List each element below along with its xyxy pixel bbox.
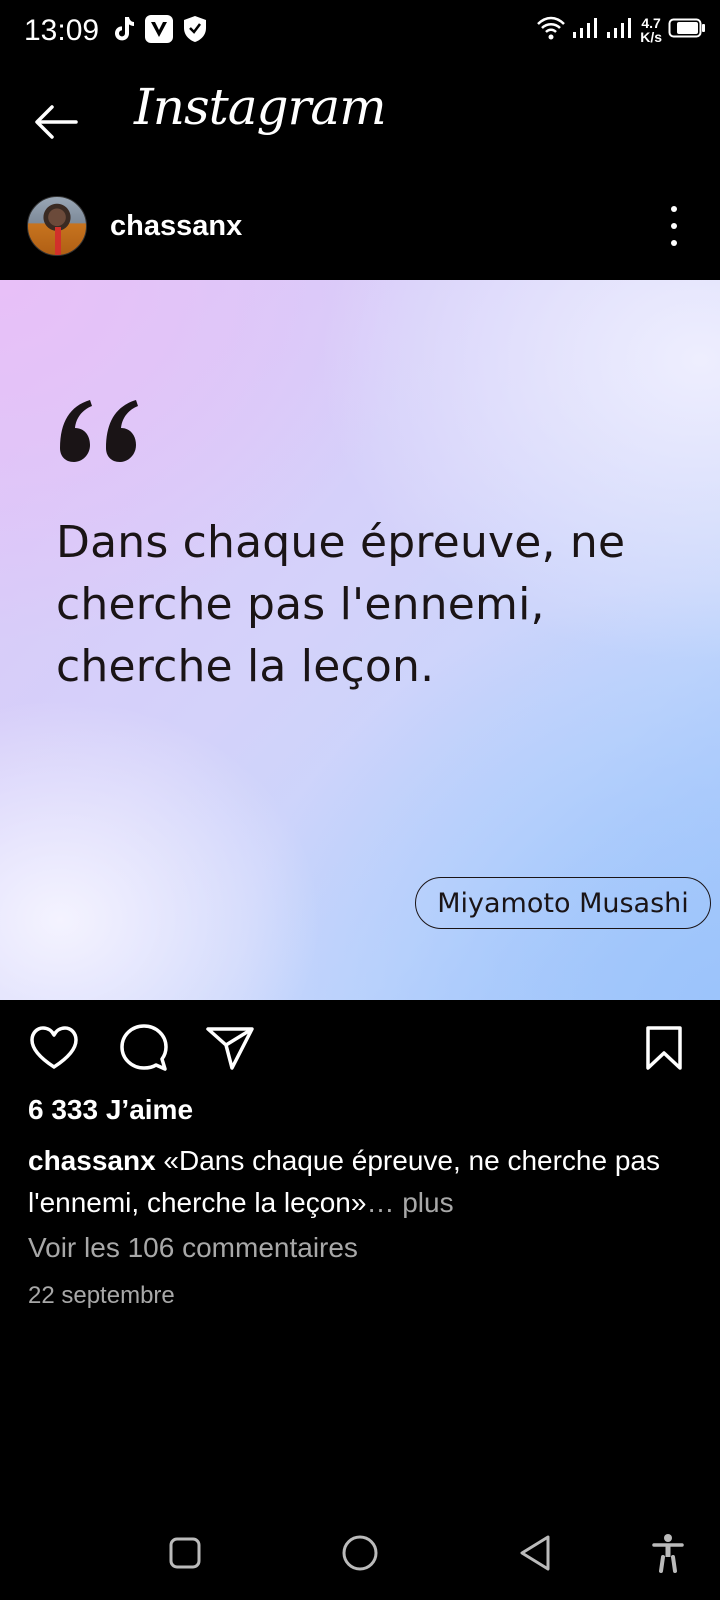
comment-button[interactable] [116,1020,172,1076]
bookmark-icon [646,1026,682,1070]
likes-count[interactable]: 6 333 J’aime [28,1094,193,1126]
accessibility-icon [652,1534,684,1573]
app-title: Instagram [134,78,387,136]
back-button[interactable] [28,96,84,148]
view-comments-link[interactable]: Voir les 106 commentaires [28,1232,358,1264]
battery-icon [668,17,706,44]
back-nav-button[interactable] [510,1528,560,1578]
square-icon [169,1537,201,1569]
post-header: chassanx [0,190,720,270]
more-options-button[interactable] [664,206,684,246]
home-button[interactable] [335,1528,385,1578]
more-dot-icon [671,223,677,229]
comment-icon [120,1024,168,1071]
caption[interactable]: chassanx «Dans chaque épreuve, ne cherch… [28,1140,688,1224]
shield-icon [182,14,208,49]
save-button[interactable] [636,1020,692,1076]
post-date: 22 septembre [28,1282,175,1309]
quote-author: Miyamoto Musashi [415,877,711,929]
network-speed: 4.7 K/s [640,16,662,44]
quote-mark-icon [60,400,138,462]
signal-icon [606,16,634,45]
more-dot-icon [671,206,677,212]
status-app-icons [112,14,208,48]
accessibility-button[interactable] [643,1528,693,1578]
triangle-back-icon [520,1535,550,1571]
share-button[interactable] [202,1020,258,1076]
arrow-left-icon [35,105,78,139]
send-icon [206,1027,254,1070]
network-speed-unit: K/s [640,29,662,45]
app-header: Instagram [0,72,720,172]
signal-icon [572,16,600,45]
status-time: 13:09 [24,14,100,47]
caption-username[interactable]: chassanx [28,1145,156,1176]
post-actions [0,1020,720,1080]
circle-icon [342,1535,378,1571]
like-button[interactable] [26,1020,82,1076]
network-speed-value: 4.7 [641,15,661,31]
more-dot-icon [671,240,677,246]
caption-more-link[interactable]: … plus [366,1187,453,1218]
heart-icon [30,1026,78,1069]
vpn-v-icon [144,14,174,49]
status-indicators: 4.7 K/s [536,12,706,48]
avatar[interactable] [27,196,87,256]
tiktok-icon [112,15,136,48]
post-username[interactable]: chassanx [110,210,242,243]
recent-apps-button[interactable] [160,1528,210,1578]
post-image[interactable]: Dans chaque épreuve, ne cherche pas l'en… [0,280,720,1000]
quote-text: Dans chaque épreuve, ne cherche pas l'en… [56,517,626,692]
wifi-icon [536,15,566,46]
system-nav-bar [0,1510,720,1600]
status-bar: 13:09 4.7 K/s [0,0,720,66]
